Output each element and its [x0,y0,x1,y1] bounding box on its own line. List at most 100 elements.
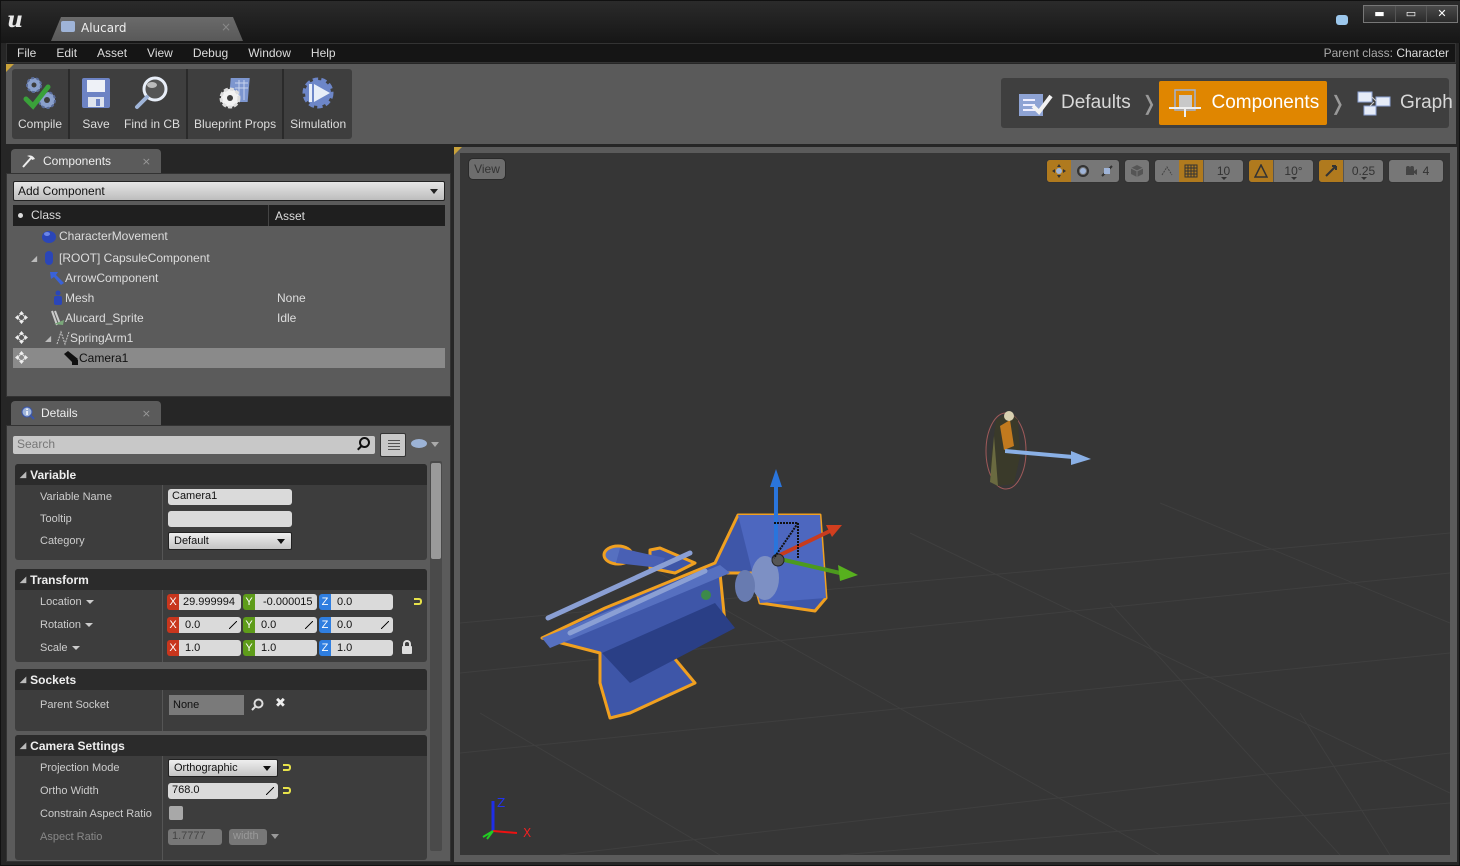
location-mode-dropdown[interactable]: Location [40,596,94,608]
menu-window[interactable]: Window [238,46,301,60]
category-header-camera-settings[interactable]: ◢ Camera Settings [15,735,427,756]
menu-view[interactable]: View [137,46,183,60]
world-local-toggle[interactable] [1125,160,1149,182]
camera-speed-button[interactable]: 4 [1389,160,1443,182]
rotation-x-value[interactable]: 0.0 [179,616,241,633]
scale-mode-dropdown[interactable]: Scale [40,642,80,654]
rotation-x-field[interactable]: X 0.0 [167,616,241,633]
tree-row-arrowcomponent[interactable]: ArrowComponent [13,268,445,288]
menu-edit[interactable]: Edit [46,46,87,60]
location-y-field[interactable]: Y -0.000015 [243,593,317,610]
details-scrollbar[interactable] [430,461,442,851]
spin-drag-icon[interactable] [229,620,237,629]
tree-row-capsulecomponent[interactable]: ◢ [ROOT] CapsuleComponent [13,248,445,268]
mode-defaults[interactable]: Defaults [1009,81,1139,125]
spin-drag-icon[interactable] [381,620,389,629]
blueprint-props-button[interactable]: Blueprint Props [190,69,280,139]
variable-name-input[interactable]: Camera1 [168,488,292,505]
simulation-button[interactable]: Simulation [286,69,350,139]
projection-mode-dropdown[interactable]: Orthographic [168,758,278,777]
tree-row-mesh[interactable]: Mesh None [13,288,445,308]
location-x-value[interactable]: 29.999994 [179,593,241,610]
translate-mode-button[interactable] [1047,160,1071,182]
scale-z-field[interactable]: Z 1.0 [319,639,393,656]
close-tab-icon[interactable]: × [221,20,231,34]
location-z-field[interactable]: Z 0.0 [319,593,393,610]
speech-bubble-icon[interactable] [1336,15,1348,25]
column-class[interactable]: Class [31,205,269,226]
browse-socket-search-icon[interactable] [251,698,264,711]
rotation-z-field[interactable]: Z 0.0 [319,616,393,633]
spin-drag-icon[interactable] [305,620,313,629]
lock-icon[interactable] [402,640,412,654]
clear-socket-icon[interactable]: ✖ [275,696,286,711]
category-header-sockets[interactable]: ◢ Sockets [15,669,427,690]
aspect-ratio-mode-dropdown[interactable]: width [229,828,267,845]
spin-drag-icon[interactable] [266,786,274,795]
components-panel-tab[interactable]: Components × [11,149,161,173]
menu-file[interactable]: File [7,46,46,60]
transform-gizmo[interactable] [750,463,860,593]
scale-snap-toggle[interactable] [1319,160,1343,182]
grid-snap-value-dropdown[interactable]: 10 [1203,160,1243,182]
scale-y-field[interactable]: Y 1.0 [243,639,317,656]
aspect-ratio-input[interactable]: 1.7777 [168,828,222,845]
location-z-value[interactable]: 0.0 [331,593,393,610]
ortho-width-input[interactable]: 768.0 [168,782,278,799]
close-components-tab-icon[interactable]: × [142,155,151,168]
scale-snap-value-dropdown[interactable]: 0.25 [1343,160,1383,182]
reset-to-default-icon[interactable] [283,764,291,771]
scale-mode-button[interactable] [1095,160,1119,182]
viewport-3d[interactable]: View 10 10° 0.25 4 Z X [460,153,1450,855]
scale-y-value[interactable]: 1.0 [255,639,317,656]
menu-asset[interactable]: Asset [87,46,137,60]
camera-mesh-selected[interactable] [520,453,940,733]
mode-graph[interactable]: Graph [1348,81,1460,125]
view-options-caret-icon[interactable] [431,442,439,447]
location-x-field[interactable]: X 29.999994 [167,593,241,610]
menu-help[interactable]: Help [301,46,346,60]
save-button[interactable]: Save [72,69,120,139]
details-panel-tab[interactable]: Details × [11,401,161,425]
property-matrix-button[interactable] [380,433,406,457]
arrow-component-gizmo[interactable] [1005,443,1095,473]
scale-x-value[interactable]: 1.0 [179,639,241,656]
location-y-value[interactable]: -0.000015 [255,593,317,610]
category-header-variable[interactable]: ◢ Variable [15,464,427,485]
column-asset[interactable]: Asset [269,209,305,223]
mode-components[interactable]: Components [1159,81,1328,125]
reset-to-default-icon[interactable] [283,787,291,794]
add-component-dropdown[interactable]: Add Component [13,181,445,201]
compile-button[interactable]: Compile [14,69,66,139]
tree-row-alucard-sprite[interactable]: Alucard_Sprite Idle [13,308,445,328]
category-header-transform[interactable]: ◢ Transform [15,569,427,590]
view-options-eye-icon[interactable] [411,439,427,448]
expand-arrow-icon[interactable]: ◢ [31,254,37,263]
document-tab-alucard[interactable]: Alucard × [51,17,243,41]
move-handle-icon[interactable] [15,351,28,364]
tooltip-input[interactable] [168,510,292,527]
grid-snap-toggle[interactable] [1179,160,1203,182]
rotation-z-value[interactable]: 0.0 [331,616,393,633]
scale-z-value[interactable]: 1.0 [331,639,393,656]
rotate-mode-button[interactable] [1071,160,1095,182]
find-in-cb-button[interactable]: Find in CB [120,69,184,139]
close-details-tab-icon[interactable]: × [142,407,151,420]
surface-snap-button[interactable] [1155,160,1179,182]
expand-arrow-icon[interactable]: ◢ [45,334,51,343]
scrollbar-thumb[interactable] [431,463,441,559]
constrain-aspect-ratio-checkbox[interactable] [169,806,183,820]
details-search-input[interactable]: Search [13,436,375,454]
close-window-button[interactable]: ✕ [1426,6,1457,22]
rotation-y-field[interactable]: Y 0.0 [243,616,317,633]
scale-x-field[interactable]: X 1.0 [167,639,241,656]
tree-row-springarm1[interactable]: ◢ SpringArm1 [13,328,445,348]
move-handle-icon[interactable] [15,311,28,324]
maximize-button[interactable]: ▭ [1395,6,1426,22]
view-menu-button[interactable]: View [468,158,506,180]
move-handle-icon[interactable] [15,331,28,344]
rotation-y-value[interactable]: 0.0 [255,616,317,633]
rotation-snap-toggle[interactable] [1249,160,1273,182]
minimize-button[interactable]: ▬ [1364,6,1395,22]
category-dropdown[interactable]: Default [168,531,292,550]
